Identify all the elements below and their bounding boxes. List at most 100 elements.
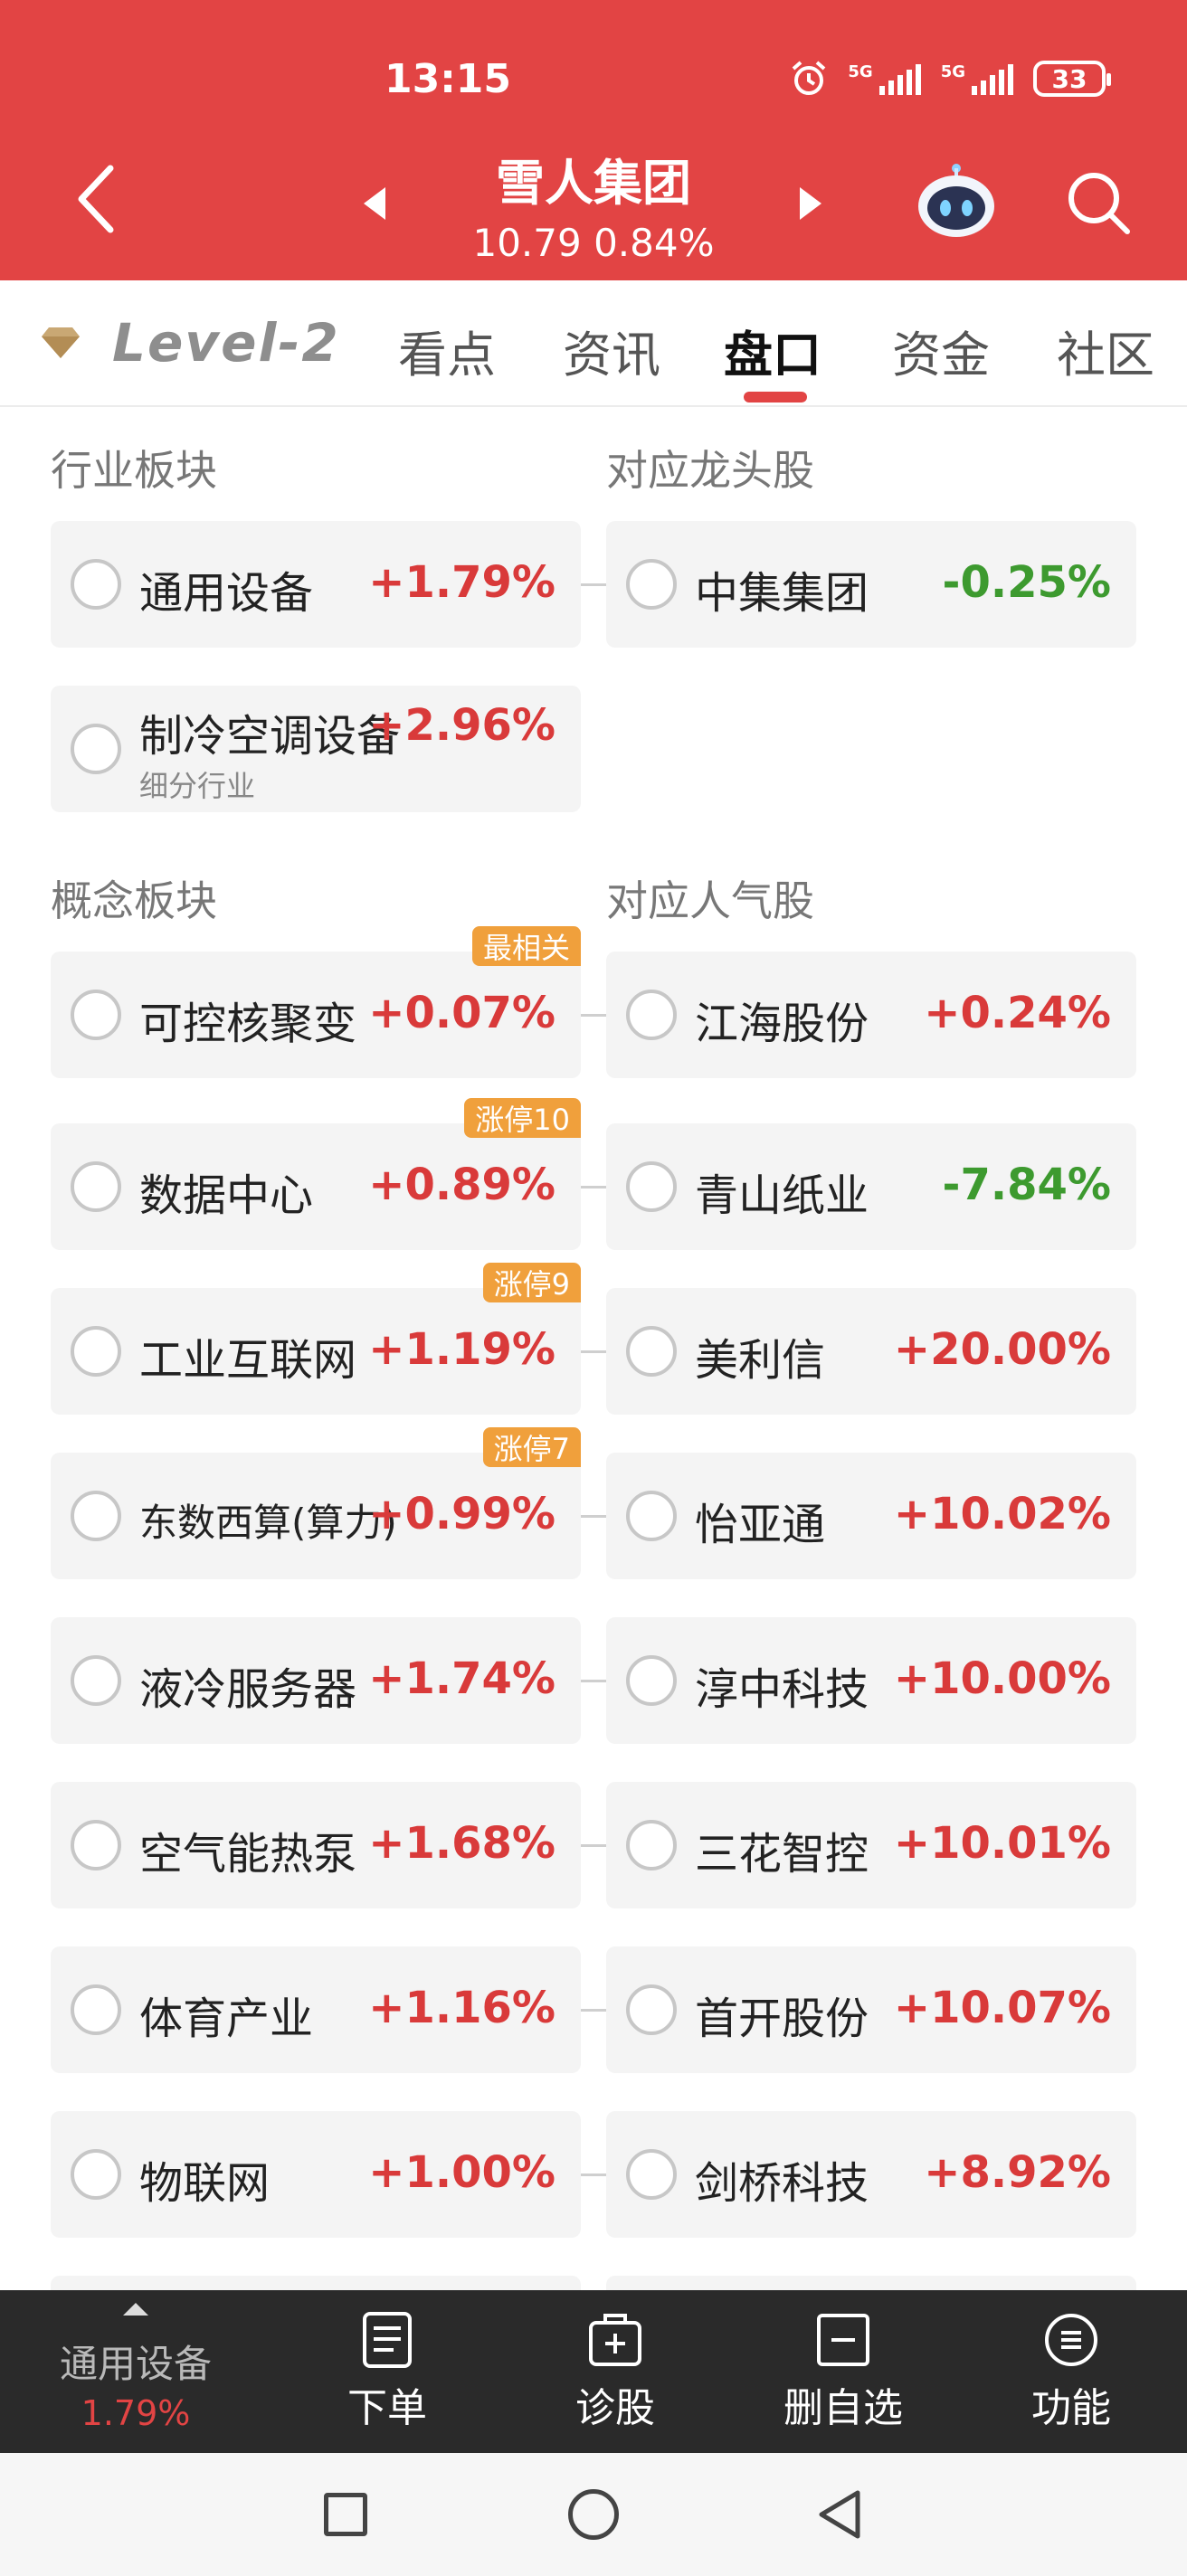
- concept-card-partial[interactable]: [51, 2276, 581, 2290]
- popular-stock-card[interactable]: 剑桥科技 +8.92%: [606, 2111, 1136, 2238]
- recent-apps-icon[interactable]: [324, 2493, 367, 2536]
- nav-back-icon[interactable]: [814, 2487, 865, 2542]
- popular-stock-name: 怡亚通: [695, 1500, 826, 1550]
- functions-button[interactable]: 功能: [981, 2310, 1162, 2433]
- popular-stock-card[interactable]: 江海股份 +0.24%: [606, 952, 1136, 1078]
- concept-card[interactable]: 涨停9 工业互联网 +1.19%: [51, 1263, 581, 1415]
- stock-name: 雪人集团: [496, 155, 691, 212]
- radio-icon[interactable]: [626, 1820, 677, 1870]
- tab-highlights[interactable]: 看点: [398, 315, 496, 386]
- concept-name: 数据中心: [139, 1170, 314, 1221]
- concept-name: 东数西算(算力): [139, 1501, 397, 1545]
- level2-tab[interactable]: Level-2: [40, 312, 340, 374]
- next-stock-icon[interactable]: [798, 185, 823, 222]
- concept-card[interactable]: 空气能热泵 +1.68%: [51, 1782, 581, 1908]
- radio-icon[interactable]: [71, 724, 121, 774]
- current-industry-change: 1.79%: [81, 2393, 191, 2433]
- current-industry-name: 通用设备: [59, 2342, 212, 2386]
- popular-stock-card[interactable]: 青山纸业 -7.84%: [606, 1123, 1136, 1250]
- popular-stock-card-partial[interactable]: [606, 2276, 1136, 2290]
- concept-change: +0.99%: [368, 1489, 556, 1539]
- header: 13:15 5G 5G 33 雪人集团 10.79 0.84%: [0, 0, 1187, 280]
- popular-stock-change: +10.00%: [893, 1653, 1111, 1704]
- order-label: 下单: [347, 2385, 427, 2431]
- concept-card[interactable]: 体育产业 +1.16%: [51, 1946, 581, 2073]
- concept-card[interactable]: 涨停10 数据中心 +0.89%: [51, 1098, 581, 1250]
- radio-icon[interactable]: [71, 990, 121, 1040]
- tab-funds[interactable]: 资金: [892, 315, 990, 386]
- radio-icon[interactable]: [71, 1820, 121, 1870]
- popular-stock-name: 剑桥科技: [695, 2158, 869, 2209]
- radio-icon[interactable]: [71, 559, 121, 610]
- remove-watchlist-button[interactable]: 删自选: [753, 2310, 934, 2433]
- popular-stock-change: +8.92%: [924, 2147, 1111, 2198]
- concept-card[interactable]: 液冷服务器 +1.74%: [51, 1617, 581, 1744]
- radio-icon[interactable]: [626, 559, 677, 610]
- concept-badge: 涨停9: [482, 1263, 581, 1302]
- remove-watchlist-icon: [817, 2314, 869, 2366]
- radio-icon[interactable]: [626, 2149, 677, 2200]
- radio-icon[interactable]: [71, 1984, 121, 2035]
- radio-icon[interactable]: [71, 2149, 121, 2200]
- stock-quote: 10.79 0.84%: [472, 221, 715, 265]
- industry-leader-section-title: 对应龙头股: [606, 446, 814, 495]
- concept-section-title: 概念板块: [51, 876, 217, 925]
- status-icons: 5G 5G 33: [790, 60, 1111, 98]
- diagnose-icon: [589, 2314, 641, 2366]
- concept-change: +1.19%: [368, 1324, 556, 1375]
- industry-card[interactable]: 制冷空调设备 细分行业 +2.96%: [51, 686, 581, 812]
- home-icon[interactable]: [568, 2489, 619, 2540]
- popular-stock-section-title: 对应人气股: [606, 876, 814, 925]
- concept-name: 工业互联网: [139, 1335, 357, 1386]
- radio-icon[interactable]: [626, 1655, 677, 1706]
- industry-section-title: 行业板块: [51, 446, 217, 495]
- popular-stock-name: 青山纸业: [695, 1170, 869, 1221]
- tab-community[interactable]: 社区: [1057, 315, 1154, 386]
- industry-name: 制冷空调设备: [139, 711, 401, 762]
- radio-icon[interactable]: [626, 990, 677, 1040]
- radio-icon[interactable]: [71, 1491, 121, 1541]
- concept-change: +1.68%: [368, 1818, 556, 1869]
- concept-card[interactable]: 物联网 +1.00%: [51, 2111, 581, 2238]
- connector-line: [581, 2174, 606, 2176]
- radio-icon[interactable]: [626, 1984, 677, 2035]
- popular-stock-card[interactable]: 怡亚通 +10.02%: [606, 1453, 1136, 1579]
- popular-stock-name: 三花智控: [695, 1829, 869, 1880]
- diagnose-button[interactable]: 诊股: [525, 2310, 706, 2433]
- popular-stock-card[interactable]: 首开股份 +10.07%: [606, 1946, 1136, 2073]
- popular-stock-card[interactable]: 三花智控 +10.01%: [606, 1782, 1136, 1908]
- order-button[interactable]: 下单: [297, 2310, 478, 2433]
- concept-name: 物联网: [139, 2158, 271, 2209]
- leader-stock-change: -0.25%: [942, 557, 1111, 608]
- leader-stock-card[interactable]: 中集集团 -0.25%: [606, 521, 1136, 648]
- radio-icon[interactable]: [71, 1655, 121, 1706]
- robot-assistant-icon[interactable]: [916, 163, 997, 241]
- radio-icon[interactable]: [71, 1161, 121, 1212]
- leader-stock-name: 中集集团: [695, 568, 869, 619]
- popular-stock-name: 首开股份: [695, 1994, 869, 2044]
- functions-label: 功能: [1031, 2385, 1111, 2431]
- concept-name: 空气能热泵: [139, 1829, 357, 1880]
- concept-card[interactable]: 涨停7 东数西算(算力) +0.99%: [51, 1427, 581, 1579]
- tab-news[interactable]: 资讯: [563, 315, 660, 386]
- popular-stock-change: +10.01%: [893, 1818, 1111, 1869]
- radio-icon[interactable]: [626, 1161, 677, 1212]
- popular-stock-card[interactable]: 淳中科技 +10.00%: [606, 1617, 1136, 1744]
- order-icon: [363, 2312, 412, 2368]
- connector-line: [581, 1515, 606, 1518]
- search-icon[interactable]: [1064, 168, 1133, 237]
- connector-line: [581, 2009, 606, 2012]
- concept-change: +1.74%: [368, 1653, 556, 1704]
- radio-icon[interactable]: [626, 1326, 677, 1377]
- popular-stock-change: -7.84%: [942, 1160, 1111, 1210]
- radio-icon[interactable]: [626, 1491, 677, 1541]
- tab-order-book[interactable]: 盘口: [724, 315, 821, 386]
- battery-icon: 33: [1033, 61, 1111, 97]
- radio-icon[interactable]: [71, 1326, 121, 1377]
- concept-badge: 涨停10: [464, 1098, 581, 1138]
- popular-stock-change: +20.00%: [893, 1324, 1111, 1375]
- industry-card[interactable]: 通用设备 +1.79%: [51, 521, 581, 648]
- concept-card[interactable]: 最相关 可控核聚变 +0.07%: [51, 926, 581, 1078]
- industry-subtitle: 细分行业: [139, 769, 256, 803]
- popular-stock-card[interactable]: 美利信 +20.00%: [606, 1288, 1136, 1415]
